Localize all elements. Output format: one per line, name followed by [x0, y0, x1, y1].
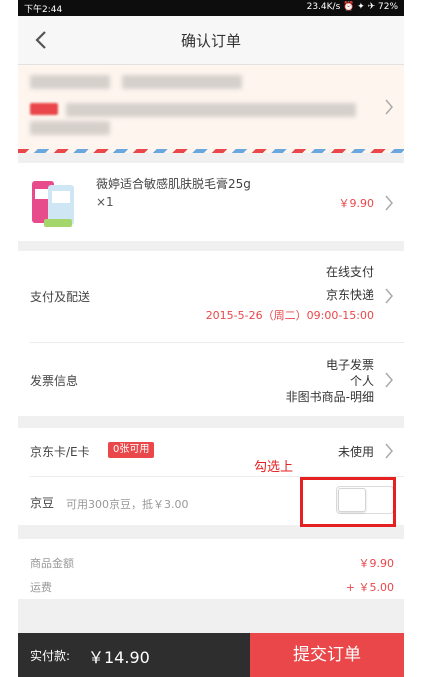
delivery-carrier: 京东快递 — [325, 288, 374, 302]
product-item[interactable]: 薇婷适合敏感肌肤脱毛膏25g ×1 ￥9.90 — [18, 163, 404, 241]
chevron-right-icon — [385, 195, 393, 211]
phone-screen: 下午2:44 23.4K/s ⏰ ✦ ✈ 72% 确认订单 薇婷适合敏感肌肤脱毛… — [18, 0, 404, 677]
status-time: 下午2:44 — [24, 5, 63, 15]
address-phone-blurred — [122, 75, 242, 89]
chevron-right-icon — [385, 372, 393, 388]
delivery-time: 2015-5-26（周二）09:00-15:00 — [205, 309, 374, 322]
goods-amount-value: ￥9.90 — [358, 557, 395, 570]
nav-bar: 确认订单 — [18, 16, 404, 65]
payment-method: 在线支付 — [325, 265, 374, 279]
invoice-type: 电子发票 — [325, 358, 374, 372]
invoice-content: 非图书商品-明细 — [285, 390, 374, 404]
product-price: ￥9.90 — [338, 197, 375, 210]
invoice-title: 个人 — [349, 374, 374, 388]
shipping-value: + ￥5.00 — [345, 581, 394, 594]
jd-card-status: 未使用 — [337, 445, 374, 459]
invoice-label: 发票信息 — [30, 374, 79, 388]
address-line2-blurred — [30, 121, 110, 135]
annotation-box — [300, 477, 396, 527]
status-bar: 下午2:44 23.4K/s ⏰ ✦ ✈ 72% — [18, 0, 404, 16]
product-name: 薇婷适合敏感肌肤脱毛膏25g — [96, 177, 251, 191]
totals-card: 商品金额 ￥9.90 运费 + ￥5.00 — [18, 539, 404, 599]
page-title: 确认订单 — [180, 32, 241, 50]
product-image — [32, 181, 74, 227]
jd-beans-label: 京豆 — [30, 496, 55, 510]
address-line1-blurred — [66, 103, 356, 117]
chevron-right-icon — [385, 99, 393, 115]
jd-beans-sub: 可用300京豆，抵￥3.00 — [66, 498, 189, 511]
divider — [30, 342, 404, 343]
goods-amount-label: 商品金额 — [30, 557, 74, 570]
status-indicators: 23.4K/s ⏰ ✦ ✈ 72% — [306, 2, 398, 12]
default-tag — [30, 103, 58, 115]
payment-invoice-card: 支付及配送 在线支付 京东快递 2015-5-26（周二）09:00-15:00… — [18, 251, 404, 416]
product-quantity: ×1 — [96, 195, 114, 209]
address-name-blurred — [30, 75, 110, 89]
chevron-right-icon — [385, 443, 393, 459]
jd-card-badge: 0张可用 — [108, 442, 155, 458]
chevron-right-icon — [385, 288, 393, 304]
jd-card-label: 京东卡/E卡 — [30, 445, 90, 459]
submit-order-button[interactable]: 提交订单 — [250, 633, 404, 677]
shipping-label: 运费 — [30, 581, 52, 594]
payment-label: 支付及配送 — [30, 290, 91, 304]
annotation-text: 勾选上 — [254, 460, 294, 475]
bottom-bar: 实付款: ￥14.90 提交订单 — [18, 633, 404, 677]
pay-amount: ￥14.90 — [88, 648, 150, 667]
pay-label: 实付款: — [30, 649, 71, 663]
airmail-border — [18, 149, 404, 153]
address-card[interactable] — [18, 65, 404, 153]
payment-total-area: 实付款: ￥14.90 — [18, 633, 250, 677]
